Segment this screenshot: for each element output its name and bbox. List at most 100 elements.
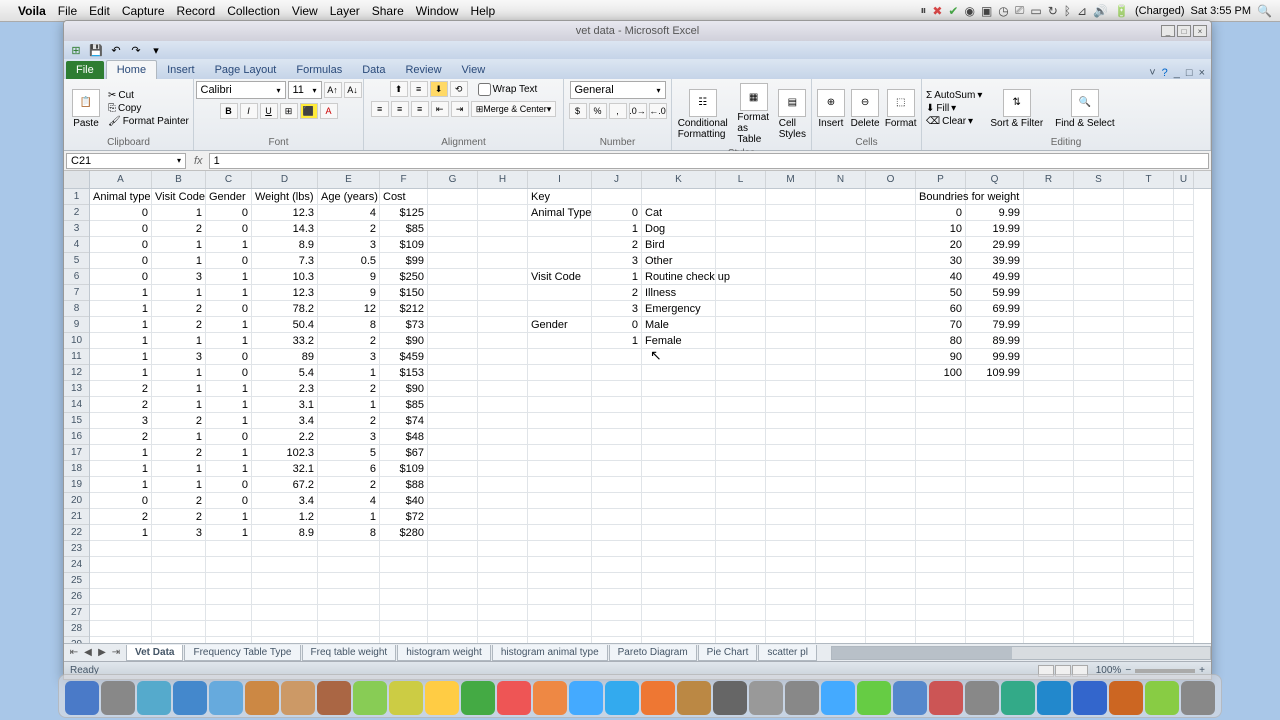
bold-button[interactable]: B (220, 103, 238, 119)
cell[interactable]: 100 (916, 365, 966, 381)
cell[interactable] (478, 365, 528, 381)
cell[interactable] (478, 525, 528, 541)
cell[interactable]: 3 (318, 237, 380, 253)
cell[interactable] (90, 621, 152, 637)
cell[interactable] (428, 317, 478, 333)
cell[interactable] (592, 413, 642, 429)
cell[interactable] (766, 429, 816, 445)
cell[interactable] (866, 205, 916, 221)
row-header[interactable]: 12 (64, 365, 89, 381)
cell[interactable] (1074, 285, 1124, 301)
cell[interactable] (428, 301, 478, 317)
cell[interactable] (966, 477, 1024, 493)
cell[interactable] (866, 333, 916, 349)
cell[interactable]: 3.4 (252, 413, 318, 429)
cell[interactable]: 2 (318, 221, 380, 237)
cell[interactable]: 0 (90, 493, 152, 509)
cell[interactable] (916, 429, 966, 445)
cell[interactable] (642, 573, 716, 589)
dock-app-icon[interactable] (677, 681, 711, 715)
format-as-table-button[interactable]: ▦Format as Table (733, 81, 773, 147)
align-mid-icon[interactable]: ≡ (410, 81, 428, 97)
cell[interactable] (1074, 397, 1124, 413)
dock-app-icon[interactable] (641, 681, 675, 715)
cell[interactable]: 89 (252, 349, 318, 365)
cell[interactable] (716, 429, 766, 445)
cell[interactable]: 4 (318, 205, 380, 221)
cell[interactable]: 12 (318, 301, 380, 317)
cell[interactable] (1024, 269, 1074, 285)
cell[interactable] (966, 429, 1024, 445)
cell[interactable] (90, 589, 152, 605)
column-header-A[interactable]: A (90, 171, 152, 188)
cell[interactable] (916, 381, 966, 397)
cell[interactable] (1074, 493, 1124, 509)
cell[interactable]: 0 (90, 269, 152, 285)
cell[interactable] (816, 221, 866, 237)
column-header-P[interactable]: P (916, 171, 966, 188)
cell[interactable]: 2 (152, 413, 206, 429)
cell[interactable] (766, 573, 816, 589)
merge-center-button[interactable]: ⊞ Merge & Center ▾ (471, 101, 557, 117)
cell[interactable] (716, 221, 766, 237)
cell[interactable] (642, 365, 716, 381)
cell[interactable] (1074, 541, 1124, 557)
cell[interactable] (592, 461, 642, 477)
cell[interactable]: 3.4 (252, 493, 318, 509)
cell[interactable]: 1 (152, 285, 206, 301)
cell[interactable] (866, 541, 916, 557)
cell[interactable] (716, 333, 766, 349)
dock-app-icon[interactable] (101, 681, 135, 715)
sheet-tab[interactable]: scatter pl (758, 645, 817, 661)
status-icon-1[interactable]: ◉ (964, 4, 974, 18)
cell[interactable] (716, 621, 766, 637)
cell[interactable]: 1 (318, 365, 380, 381)
cell[interactable] (1024, 397, 1074, 413)
cell[interactable] (716, 509, 766, 525)
cell[interactable] (252, 589, 318, 605)
cell[interactable] (478, 589, 528, 605)
cell[interactable] (478, 477, 528, 493)
cell[interactable]: 70 (916, 317, 966, 333)
cell[interactable] (1074, 509, 1124, 525)
cell[interactable] (866, 509, 916, 525)
cell[interactable] (152, 541, 206, 557)
sheet-nav-last-icon[interactable]: ⇥ (110, 647, 122, 658)
cell[interactable] (816, 189, 866, 205)
cell[interactable]: 0 (206, 477, 252, 493)
cell[interactable]: 89.99 (966, 333, 1024, 349)
row-header[interactable]: 24 (64, 557, 89, 573)
cell[interactable] (766, 509, 816, 525)
cell[interactable]: $250 (380, 269, 428, 285)
cell[interactable] (252, 573, 318, 589)
column-header-J[interactable]: J (592, 171, 642, 188)
cell[interactable] (528, 621, 592, 637)
cell[interactable] (318, 621, 380, 637)
cell[interactable] (866, 301, 916, 317)
cell[interactable] (1174, 461, 1194, 477)
cell[interactable] (1174, 589, 1194, 605)
cell[interactable] (318, 637, 380, 643)
cell[interactable]: Animal Type (528, 205, 592, 221)
wifi-icon[interactable]: ⊿ (1077, 4, 1087, 18)
cell[interactable] (1024, 429, 1074, 445)
cell[interactable] (1024, 493, 1074, 509)
cell[interactable] (866, 477, 916, 493)
cell[interactable]: 1 (206, 509, 252, 525)
cell[interactable] (478, 269, 528, 285)
cell[interactable] (816, 317, 866, 333)
cell[interactable] (592, 541, 642, 557)
cell[interactable] (716, 413, 766, 429)
cell[interactable] (528, 605, 592, 621)
align-bot-icon[interactable]: ⬇ (430, 81, 448, 97)
cell[interactable] (528, 445, 592, 461)
cell[interactable] (1174, 637, 1194, 643)
cell[interactable] (816, 557, 866, 573)
cell[interactable] (592, 509, 642, 525)
fx-icon[interactable]: fx (188, 155, 209, 167)
cell[interactable] (528, 253, 592, 269)
cell[interactable] (428, 221, 478, 237)
cell[interactable] (642, 189, 716, 205)
conditional-formatting-button[interactable]: ☷Conditional Formatting (676, 87, 729, 142)
dock-app-icon[interactable] (245, 681, 279, 715)
